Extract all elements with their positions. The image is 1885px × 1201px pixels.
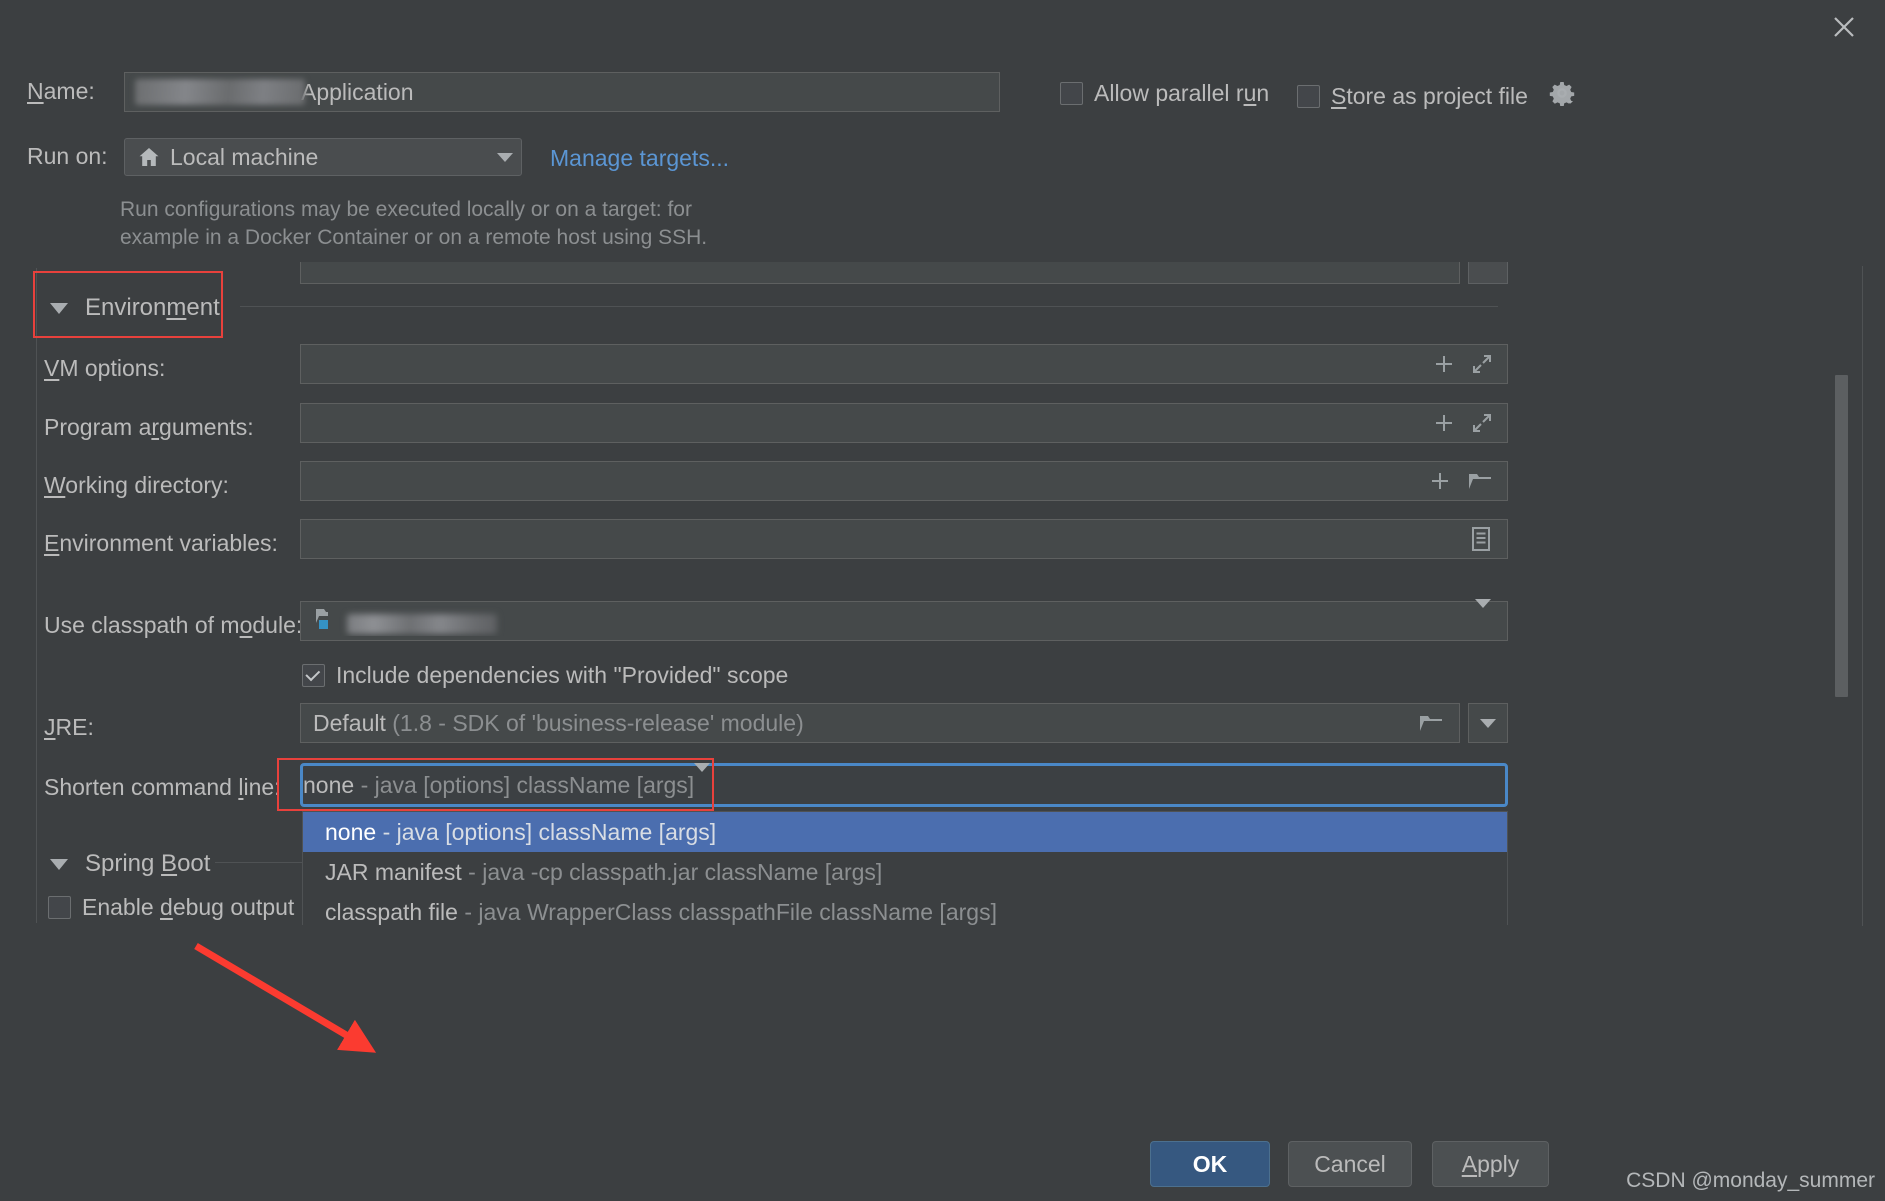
environment-section-header[interactable]: Environment	[50, 294, 220, 322]
program-arguments-field[interactable]	[300, 403, 1508, 443]
shorten-selected-bold: none	[303, 771, 355, 798]
plus-icon[interactable]	[1429, 470, 1451, 492]
plus-icon[interactable]	[1433, 412, 1455, 434]
plus-icon[interactable]	[1433, 353, 1455, 375]
allow-parallel-run-label: Allow parallel run	[1094, 80, 1270, 106]
home-icon	[137, 145, 161, 169]
name-input[interactable]: Application	[124, 72, 1000, 112]
use-classpath-of-module-label: Use classpath of module:	[44, 612, 303, 638]
run-on-hint-line2: example in a Docker Container or on a re…	[120, 226, 708, 250]
enable-debug-output-label: Enable debug output	[82, 894, 295, 920]
shorten-command-line-dropdown[interactable]: none - java [options] className [args] J…	[302, 811, 1508, 925]
shorten-command-line-value: none - java [options] className [args]	[303, 772, 694, 799]
gear-icon[interactable]	[1549, 80, 1575, 112]
jre-dropdown-button[interactable]	[1468, 703, 1508, 743]
dropdown-option-none[interactable]: none - java [options] className [args]	[303, 812, 1507, 852]
chevron-down-icon[interactable]	[497, 152, 513, 162]
settings-scrollbar-track[interactable]	[1862, 266, 1863, 926]
settings-scroll-panel: Environment VM options: Program argument…	[0, 262, 1885, 925]
watermark: CSDN @monday_summer	[1626, 1169, 1875, 1192]
chevron-down-icon[interactable]	[50, 858, 68, 870]
spring-boot-section-header[interactable]: Spring Boot	[50, 850, 210, 878]
dropdown-option-jar-manifest-detail: - java -cp classpath.jar className [args…	[468, 858, 883, 885]
run-on-label: Run on:	[27, 143, 108, 169]
close-icon[interactable]	[1821, 4, 1867, 50]
environment-variables-label: Environment variables:	[44, 530, 278, 556]
store-as-project-file-checkbox-row[interactable]: Store as project file	[1297, 80, 1575, 112]
manage-targets-link[interactable]: Manage targets...	[550, 145, 729, 172]
module-combobox[interactable]	[300, 598, 1508, 641]
run-on-value: Local machine	[170, 143, 319, 170]
store-as-project-file-checkbox[interactable]	[1297, 84, 1320, 108]
redacted-name-text	[135, 79, 305, 105]
folder-icon[interactable]	[1467, 470, 1493, 492]
environment-section-title: Environment	[85, 294, 220, 321]
module-value	[301, 606, 1475, 636]
spring-boot-section-title: Spring Boot	[85, 850, 211, 877]
environment-section-separator	[240, 306, 1498, 307]
jre-value: Default (1.8 - SDK of 'business-release'…	[301, 710, 1403, 737]
environment-variables-field[interactable]	[300, 519, 1508, 559]
shorten-command-line-label: Shorten command line:	[44, 774, 281, 800]
name-label: Name:	[27, 78, 95, 104]
jre-field[interactable]: Default (1.8 - SDK of 'business-release'…	[300, 703, 1460, 743]
expand-icon[interactable]	[1471, 353, 1493, 375]
name-input-suffix: Application	[301, 78, 414, 105]
enable-debug-output-checkbox[interactable]	[48, 896, 71, 919]
chevron-down-icon[interactable]	[1475, 598, 1507, 635]
apply-button[interactable]: Apply	[1432, 1141, 1549, 1187]
folder-icon[interactable]	[1403, 704, 1459, 742]
settings-scrollbar-thumb[interactable]	[1835, 375, 1848, 697]
include-provided-scope-label: Include dependencies with "Provided" sco…	[336, 662, 789, 688]
redacted-module-name	[347, 613, 498, 634]
run-on-hint: Run configurations may be executed local…	[120, 196, 940, 253]
module-icon	[315, 609, 345, 635]
vm-options-field[interactable]	[300, 344, 1508, 384]
working-directory-label: Working directory:	[44, 472, 229, 498]
partially-visible-field-button[interactable]	[1468, 262, 1508, 284]
shorten-selected-detail: - java [options] className [args]	[360, 771, 695, 798]
dropdown-option-none-detail: - java [options] className [args]	[382, 818, 717, 845]
dialog-footer	[0, 927, 1885, 1201]
dropdown-option-classpath-file[interactable]: classpath file - java WrapperClass class…	[303, 892, 1507, 925]
dropdown-option-jar-manifest[interactable]: JAR manifest - java -cp classpath.jar cl…	[303, 852, 1507, 892]
dropdown-option-jar-manifest-bold: JAR manifest	[325, 858, 462, 885]
include-provided-scope-checkbox-row[interactable]: Include dependencies with "Provided" sco…	[302, 662, 788, 689]
run-on-combobox[interactable]: Local machine	[124, 138, 522, 176]
jre-label: JRE:	[44, 714, 94, 740]
ok-button[interactable]: OK	[1150, 1141, 1270, 1187]
store-as-project-file-label: Store as project file	[1331, 82, 1528, 109]
program-arguments-label: Program arguments:	[44, 414, 254, 440]
shorten-command-line-combobox[interactable]: none - java [options] className [args]	[300, 762, 1508, 807]
spring-boot-section-separator	[215, 862, 315, 863]
chevron-down-icon[interactable]	[50, 302, 68, 314]
list-icon[interactable]	[1469, 526, 1493, 552]
allow-parallel-run-checkbox[interactable]	[1060, 82, 1083, 105]
expand-icon[interactable]	[1471, 412, 1493, 434]
jre-value-bold: Default	[313, 709, 386, 736]
include-provided-scope-checkbox[interactable]	[302, 664, 325, 687]
allow-parallel-run-checkbox-row[interactable]: Allow parallel run	[1060, 80, 1269, 107]
partially-visible-field[interactable]	[300, 262, 1460, 284]
working-directory-field[interactable]	[300, 461, 1508, 501]
dropdown-option-classpath-file-bold: classpath file	[325, 898, 458, 925]
dropdown-option-classpath-file-detail: - java WrapperClass classpathFile classN…	[464, 898, 997, 925]
enable-debug-output-checkbox-row[interactable]: Enable debug output	[48, 894, 294, 921]
jre-value-detail: (1.8 - SDK of 'business-release' module)	[392, 709, 804, 736]
chevron-down-icon[interactable]	[694, 762, 711, 799]
dropdown-option-none-bold: none	[325, 818, 377, 845]
run-on-hint-line1: Run configurations may be executed local…	[120, 198, 692, 221]
cancel-button[interactable]: Cancel	[1288, 1141, 1412, 1187]
run-configuration-dialog: Name: Application Allow parallel run Sto…	[0, 0, 1885, 1201]
vm-options-label: VM options:	[44, 355, 166, 381]
chevron-down-icon	[1480, 718, 1496, 728]
